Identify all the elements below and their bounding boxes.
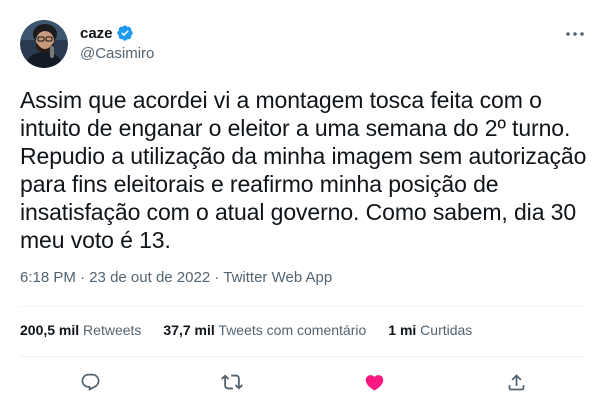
retweets-label: Retweets xyxy=(83,322,142,338)
author-handle[interactable]: @Casimiro xyxy=(80,45,154,62)
avatar[interactable] xyxy=(20,20,68,68)
share-button[interactable] xyxy=(505,371,527,393)
tweet-source[interactable]: Twitter Web App xyxy=(223,269,332,286)
like-button[interactable] xyxy=(363,371,385,393)
meta-separator: · xyxy=(80,269,86,286)
likes-count: 1 mi xyxy=(388,322,417,338)
share-icon xyxy=(508,373,524,390)
more-options-button[interactable] xyxy=(560,24,590,44)
more-dots-icon xyxy=(566,32,584,36)
quotes-count: 37,7 mil xyxy=(163,322,215,338)
quotes-label: Tweets com comentário xyxy=(218,322,367,338)
retweet-icon xyxy=(221,374,243,390)
tweet-date[interactable]: 23 de out de 2022 xyxy=(89,269,210,286)
meta-separator: · xyxy=(214,269,220,286)
heart-icon xyxy=(365,374,383,391)
likes-stat[interactable]: 1 mi Curtidas xyxy=(388,322,472,338)
retweet-button[interactable] xyxy=(221,371,243,393)
quote-tweets-stat[interactable]: 37,7 mil Tweets com comentário xyxy=(163,322,366,338)
likes-label: Curtidas xyxy=(420,322,473,338)
reply-button[interactable] xyxy=(79,371,101,393)
tweet-time[interactable]: 6:18 PM xyxy=(20,269,76,286)
action-bar xyxy=(0,371,606,393)
tweet-text: Assim que acordei vi a montagem tosca fe… xyxy=(20,87,587,253)
reply-icon xyxy=(81,373,99,391)
divider-top xyxy=(20,306,586,307)
tweet-card: caze @Casimiro Assim que acordei vi a mo… xyxy=(0,0,606,404)
retweets-stat[interactable]: 200,5 mil Retweets xyxy=(20,322,141,338)
divider-bottom xyxy=(20,356,586,357)
verified-badge-icon xyxy=(116,24,134,42)
engagement-stats: 200,5 mil Retweets 37,7 mil Tweets com c… xyxy=(20,322,494,338)
author-name-row: caze xyxy=(80,23,134,43)
avatar-image xyxy=(20,20,68,68)
retweets-count: 200,5 mil xyxy=(20,322,80,338)
tweet-metadata: 6:18 PM · 23 de out de 2022 · Twitter We… xyxy=(20,269,332,286)
author-display-name[interactable]: caze xyxy=(80,25,113,42)
